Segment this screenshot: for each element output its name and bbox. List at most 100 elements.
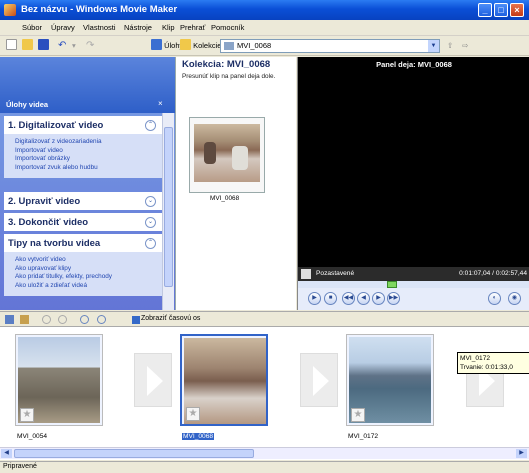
- menu-help[interactable]: Pomocník: [211, 23, 244, 32]
- next-frame-icon[interactable]: ▶▶: [387, 292, 400, 305]
- collection-title: Kolekcia: MVI_0068: [182, 59, 271, 70]
- storyboard-icon[interactable]: [5, 315, 14, 324]
- storyboard-toolbar: Zobraziť časovú os: [0, 311, 529, 327]
- star-icon: ★: [20, 408, 34, 422]
- task-link[interactable]: Importovať zvuk alebo hudbu: [15, 164, 157, 173]
- undo-dropdown-icon[interactable]: ▾: [72, 39, 76, 53]
- forward-icon[interactable]: ▶: [372, 292, 385, 305]
- storyboard-clip[interactable]: ★: [180, 334, 268, 426]
- show-timeline-button[interactable]: Zobraziť časovú os: [141, 315, 200, 322]
- new-folder-icon[interactable]: ⇨: [462, 39, 468, 53]
- new-project-icon[interactable]: [6, 39, 17, 53]
- tasks-pane-title: Úlohy videa: [6, 100, 49, 109]
- status-text: Pripravené: [3, 463, 37, 470]
- folder-icon: [180, 39, 191, 50]
- task-section-header[interactable]: 3. Dokončiť video ⌄: [4, 214, 162, 231]
- seek-thumb[interactable]: [386, 281, 397, 288]
- seek-bar[interactable]: [298, 281, 529, 288]
- tasks-toggle-button[interactable]: Úlohy: [151, 39, 183, 53]
- monitor-icon: [301, 269, 311, 279]
- collection-select-value: MVI_0068: [237, 41, 272, 50]
- snapshot-icon[interactable]: ◉: [508, 292, 521, 305]
- play-storyboard-icon[interactable]: [97, 315, 106, 324]
- preview-monitor: Panel deja: MVI_0068 Pozastavené 0:01:07…: [297, 57, 529, 310]
- monitor-title: Panel deja: MVI_0068: [376, 60, 452, 69]
- expand-icon[interactable]: ⌄: [145, 196, 156, 207]
- rewind-storyboard-icon[interactable]: [80, 315, 89, 324]
- save-icon[interactable]: [38, 39, 49, 53]
- collection-clip-label: MVI_0068: [210, 195, 240, 202]
- task-link[interactable]: Ako uložiť a zdieľať videá: [15, 282, 157, 291]
- play-icon[interactable]: ▶: [308, 292, 321, 305]
- star-icon: ★: [186, 407, 200, 421]
- task-link[interactable]: Ako upravovať klipy: [15, 265, 157, 274]
- toolbar: ↶ ▾ ↷ Úlohy Kolekcie MVI_0068 ▼ ⇧ ⇨: [0, 36, 529, 56]
- transition-slot[interactable]: [300, 353, 338, 407]
- menu-file[interactable]: Súbor: [22, 23, 42, 32]
- stop-icon[interactable]: ■: [324, 292, 337, 305]
- open-project-icon[interactable]: [22, 39, 33, 53]
- storyboard: ★ ★ ★ MVI_0054 MVI_0068 MVI_0172 MVI_017…: [0, 327, 529, 460]
- scroll-right-icon[interactable]: ▶: [516, 449, 527, 458]
- menu-view[interactable]: Vlastnosti: [83, 23, 116, 32]
- playback-state: Pozastavené: [316, 270, 355, 277]
- task-link[interactable]: Importovať obrázky: [15, 155, 157, 164]
- menu-clip[interactable]: Klip: [162, 23, 175, 32]
- previous-frame-icon[interactable]: ◀◀: [342, 292, 355, 305]
- title-bar: Bez názvu - Windows Movie Maker _ □ ×: [0, 0, 529, 20]
- collection-clip[interactable]: [189, 117, 265, 193]
- rewind-icon[interactable]: ◀: [357, 292, 370, 305]
- menu-edit[interactable]: Úpravy: [51, 23, 75, 32]
- maximize-button[interactable]: □: [494, 3, 508, 17]
- storyboard-scrollbar[interactable]: ◀ ▶: [0, 447, 529, 459]
- zoom-in-icon[interactable]: [42, 315, 51, 324]
- close-button[interactable]: ×: [510, 3, 524, 17]
- minimize-button[interactable]: _: [478, 3, 492, 17]
- playback-time: 0:01:07,04 / 0:02:57,44: [459, 270, 527, 277]
- collection-hint: Presunúť klip na panel deja dole.: [182, 73, 276, 80]
- collapse-icon[interactable]: ⌃: [145, 120, 156, 131]
- tasks-icon: [151, 39, 162, 50]
- task-link[interactable]: Importovať video: [15, 147, 157, 156]
- scroll-left-icon[interactable]: ◀: [1, 449, 12, 458]
- up-level-icon[interactable]: ⇧: [447, 39, 453, 53]
- narrate-icon[interactable]: [20, 315, 29, 324]
- storyboard-clip[interactable]: ★: [346, 334, 434, 426]
- task-link[interactable]: Digitalizovať z videozariadenia: [15, 138, 157, 147]
- clip-label-selected: MVI_0068: [182, 433, 215, 440]
- collection-pane: Kolekcia: MVI_0068 Presunúť klip na pane…: [175, 57, 296, 310]
- undo-icon[interactable]: ↶: [58, 39, 66, 53]
- task-section-header[interactable]: Tipy na tvorbu videa ⌃: [4, 235, 162, 252]
- menu-bar: Súbor Úpravy Vlastnosti Nástroje Klip Pr…: [0, 20, 529, 36]
- task-section-edit: 2. Upraviť video ⌄: [4, 192, 162, 210]
- task-link[interactable]: Ako vytvoriť video: [15, 256, 157, 265]
- task-section-finish: 3. Dokončiť video ⌄: [4, 213, 162, 231]
- task-section-header[interactable]: 2. Upraviť video ⌄: [4, 193, 162, 210]
- storyboard-clip[interactable]: ★: [15, 334, 103, 426]
- collections-toggle-button[interactable]: Kolekcie: [180, 39, 221, 53]
- clip-label: MVI_0054: [17, 433, 48, 440]
- chevron-down-icon[interactable]: ▼: [428, 40, 439, 52]
- collapse-icon[interactable]: ⌃: [145, 238, 156, 249]
- zoom-out-icon[interactable]: [58, 315, 67, 324]
- scrollbar-thumb[interactable]: [14, 449, 254, 458]
- menu-play[interactable]: Prehrať: [180, 23, 205, 32]
- clip-tooltip: MVI_0172 Trvanie: 0:01:33,0: [457, 352, 529, 374]
- expand-icon[interactable]: ⌄: [145, 217, 156, 228]
- task-link[interactable]: Ako pridať titulky, efekty, prechody: [15, 273, 157, 282]
- timeline-icon: [132, 316, 140, 324]
- close-pane-icon[interactable]: ×: [158, 99, 163, 108]
- tasks-scrollbar[interactable]: [162, 113, 174, 310]
- collection-select[interactable]: MVI_0068 ▼: [220, 39, 440, 53]
- star-icon: ★: [351, 408, 365, 422]
- scrollbar-thumb[interactable]: [164, 127, 173, 287]
- transition-slot[interactable]: [134, 353, 172, 407]
- playback-controls: ▶ ■ ◀◀ ◀ ▶ ▶▶ ◐ ◉: [298, 288, 529, 310]
- collection-icon: [224, 42, 234, 50]
- redo-icon[interactable]: ↷: [86, 39, 94, 53]
- menu-tools[interactable]: Nástroje: [124, 23, 152, 32]
- split-icon[interactable]: ◐: [488, 292, 501, 305]
- tasks-pane-header: Úlohy videa ×: [0, 57, 175, 113]
- task-section-header[interactable]: 1. Digitalizovať video ⌃: [4, 117, 162, 134]
- status-bar: Pripravené: [0, 461, 529, 473]
